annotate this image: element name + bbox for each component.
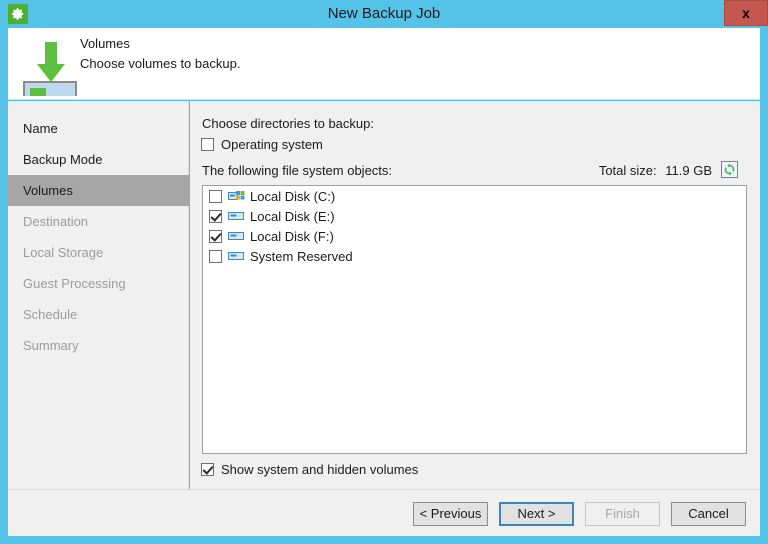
sidebar-item-name[interactable]: Name [8, 113, 188, 144]
volume-label: Local Disk (E:) [250, 208, 335, 224]
sidebar-item-backup-mode[interactable]: Backup Mode [8, 144, 188, 175]
refresh-icon[interactable] [721, 161, 738, 178]
page-subtitle: Choose volumes to backup. [80, 56, 241, 71]
volume-label: Local Disk (F:) [250, 228, 334, 244]
wizard-steps-sidebar: Name Backup Mode Volumes Destination Loc… [8, 101, 203, 489]
disk-icon [228, 209, 244, 223]
operating-system-label: Operating system [221, 137, 323, 152]
list-item[interactable]: Local Disk (C:) [203, 186, 746, 206]
operating-system-checkbox[interactable] [201, 138, 214, 151]
sidebar-item-local-storage[interactable]: Local Storage [8, 237, 188, 268]
sidebar-item-destination[interactable]: Destination [8, 206, 188, 237]
main-panel: Choose directories to backup: Operating … [190, 101, 760, 489]
operating-system-checkbox-row[interactable]: Operating system [201, 137, 323, 152]
dialog-footer: < Previous Next > Finish Cancel [8, 489, 760, 536]
window-title: New Backup Job [327, 5, 441, 22]
page-title: Volumes [80, 36, 130, 51]
green-down-arrow-to-disk-icon [20, 34, 82, 105]
list-item[interactable]: Local Disk (F:) [203, 226, 746, 246]
volume-label: Local Disk (C:) [250, 188, 336, 204]
finish-button: Finish [585, 502, 660, 526]
wizard-header: Volumes Choose volumes to backup. [8, 28, 760, 105]
total-size-label: Total size: [598, 163, 657, 178]
volume-checkbox-system-reserved[interactable] [209, 249, 222, 263]
volume-checkbox-e[interactable] [209, 209, 222, 223]
close-button[interactable]: x [724, 0, 768, 26]
list-item[interactable]: System Reserved [203, 246, 746, 266]
volumes-list[interactable]: Local Disk (C:) Local Disk (E:) Local Di… [202, 185, 747, 454]
cancel-button[interactable]: Cancel [671, 502, 746, 526]
total-size-value: 11.9 GB [665, 163, 712, 178]
sidebar-item-volumes[interactable]: Volumes [8, 175, 203, 206]
total-size-text: Total size: 11.9 GB [599, 163, 712, 178]
file-system-objects-label: The following file system objects: [202, 163, 393, 178]
volume-checkbox-c[interactable] [209, 189, 222, 203]
disk-icon [228, 249, 244, 263]
volume-checkbox-f[interactable] [209, 229, 222, 243]
disk-icon [228, 229, 244, 243]
choose-directories-label: Choose directories to backup: [202, 116, 374, 131]
sidebar-item-schedule[interactable]: Schedule [8, 299, 188, 330]
sidebar-item-summary[interactable]: Summary [8, 330, 188, 361]
next-button[interactable]: Next > [499, 502, 574, 526]
volume-label: System Reserved [250, 248, 353, 264]
previous-button[interactable]: < Previous [413, 502, 488, 526]
sidebar-item-guest-processing[interactable]: Guest Processing [8, 268, 188, 299]
dialog-window: New Backup Job x Volumes Choose volumes … [0, 0, 768, 544]
list-item[interactable]: Local Disk (E:) [203, 206, 746, 226]
show-hidden-volumes-checkbox[interactable] [201, 463, 214, 476]
windows-system-disk-icon [228, 189, 245, 203]
title-bar: New Backup Job x [0, 0, 768, 28]
show-hidden-volumes-label: Show system and hidden volumes [221, 462, 419, 477]
show-hidden-volumes-row[interactable]: Show system and hidden volumes [201, 462, 418, 477]
